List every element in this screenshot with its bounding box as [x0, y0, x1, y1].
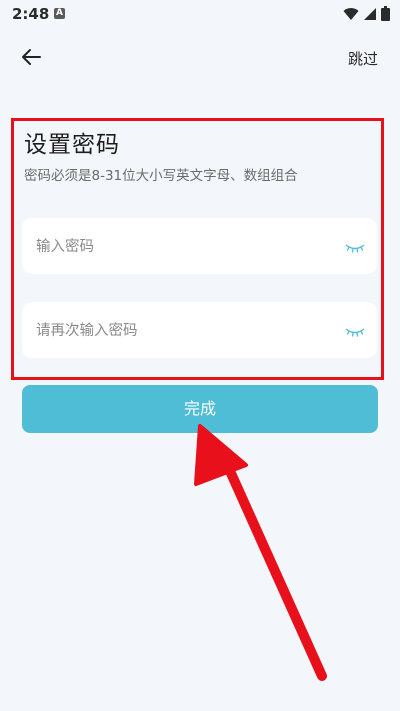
password-field-card	[22, 218, 377, 276]
back-button[interactable]	[16, 44, 46, 74]
wifi-icon	[343, 7, 359, 21]
done-button[interactable]: 完成	[22, 385, 378, 433]
skip-button[interactable]: 跳过	[348, 48, 378, 69]
confirm-password-field-card	[22, 302, 377, 360]
page-title: 设置密码	[24, 132, 120, 158]
status-time: 2:48	[12, 5, 50, 23]
password-input[interactable]	[34, 218, 338, 276]
status-icons	[343, 6, 390, 21]
password-rule-hint: 密码必须是8-31位大小写英文字母、数组组合	[24, 168, 298, 184]
signal-icon	[363, 7, 377, 21]
status-bar: 2:48 A	[0, 0, 400, 28]
eye-closed-icon[interactable]	[345, 240, 365, 253]
eye-closed-icon[interactable]	[345, 324, 365, 337]
notification-a-icon: A	[54, 8, 65, 19]
battery-icon	[381, 6, 390, 21]
arrow-left-icon	[21, 48, 41, 70]
confirm-password-input[interactable]	[34, 302, 338, 360]
